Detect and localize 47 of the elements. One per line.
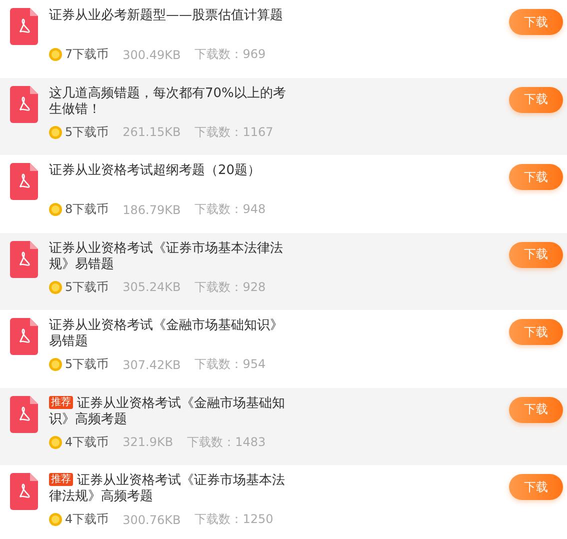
coin-icon <box>49 436 62 448</box>
file-size: 305.24KB <box>122 280 181 294</box>
coin-icon <box>49 203 62 216</box>
resource-title: 证券从业资格考试《证券市场基本法律法规》易错题 <box>49 240 284 272</box>
resource-row[interactable]: 这几道高频错题，每次都有70%以上的考生做错！ 5下载币 261.15KB 下载数：1167 下载 <box>0 78 567 155</box>
resource-title: 证券从业资格考试《金融市场基础知识》易错题 <box>49 318 284 350</box>
pdf-file-icon <box>10 163 38 200</box>
coin-icon <box>49 358 62 371</box>
file-size: 186.79KB <box>122 202 181 216</box>
pdf-file-icon <box>10 318 38 355</box>
coin-cost: 4下载币 <box>65 434 109 450</box>
download-count: 下载数：928 <box>194 278 266 296</box>
recommend-badge: 推荐 <box>49 396 73 408</box>
pdf-file-icon <box>10 396 38 432</box>
coin-cost: 5下载币 <box>65 124 109 140</box>
pdf-file-icon <box>10 240 38 278</box>
resource-row[interactable]: 证券从业资格考试《证券市场基本法律法规》易错题 5下载币 305.24KB 下载数：928 下载 <box>0 232 567 310</box>
coin-icon <box>49 126 62 138</box>
download-count: 下载数：954 <box>194 356 266 373</box>
pdf-file-icon <box>10 473 38 510</box>
recommend-badge: 推荐 <box>49 473 73 486</box>
pdf-file-icon <box>10 86 38 122</box>
coin-icon <box>49 513 62 526</box>
resource-title: 证券从业资格考试超纲考题（20题） <box>49 163 262 180</box>
file-size: 321.9KB <box>122 435 174 449</box>
coin-cost: 4下载币 <box>65 511 109 528</box>
coin-cost: 5下载币 <box>65 356 109 373</box>
download-count: 下载数：969 <box>194 46 266 63</box>
coin-icon <box>49 48 62 61</box>
resource-title: 这几道高频错题，每次都有70%以上的考生做错！ <box>49 86 287 118</box>
file-size: 300.76KB <box>122 512 181 526</box>
coin-cost: 5下载币 <box>65 278 109 296</box>
file-size: 261.15KB <box>122 125 181 139</box>
coin-icon <box>49 280 62 294</box>
download-count: 下载数：1483 <box>187 434 266 450</box>
resource-title: 推荐 证券从业资格考试《证券市场基本法律法规》高频考题 <box>49 473 286 505</box>
file-size: 300.49KB <box>122 48 181 62</box>
resource-title: 推荐 证券从业资格考试《金融市场基础知识》高频考题 <box>49 396 286 428</box>
coin-cost: 8下载币 <box>65 201 109 218</box>
download-count: 下载数：1250 <box>194 511 274 528</box>
coin-cost: 7下载币 <box>65 46 109 63</box>
resource-row[interactable]: 推荐 证券从业资格考试《金融市场基础知识》高频考题 4下载币 321.9KB 下载数：1483 下载 <box>0 388 567 465</box>
file-size: 307.42KB <box>122 358 181 372</box>
download-count: 下载数：948 <box>194 201 266 218</box>
download-count: 下载数：1167 <box>194 124 274 140</box>
resource-title: 证券从业必考新题型——股票估值计算题 <box>49 8 284 25</box>
pdf-file-icon <box>10 8 38 45</box>
